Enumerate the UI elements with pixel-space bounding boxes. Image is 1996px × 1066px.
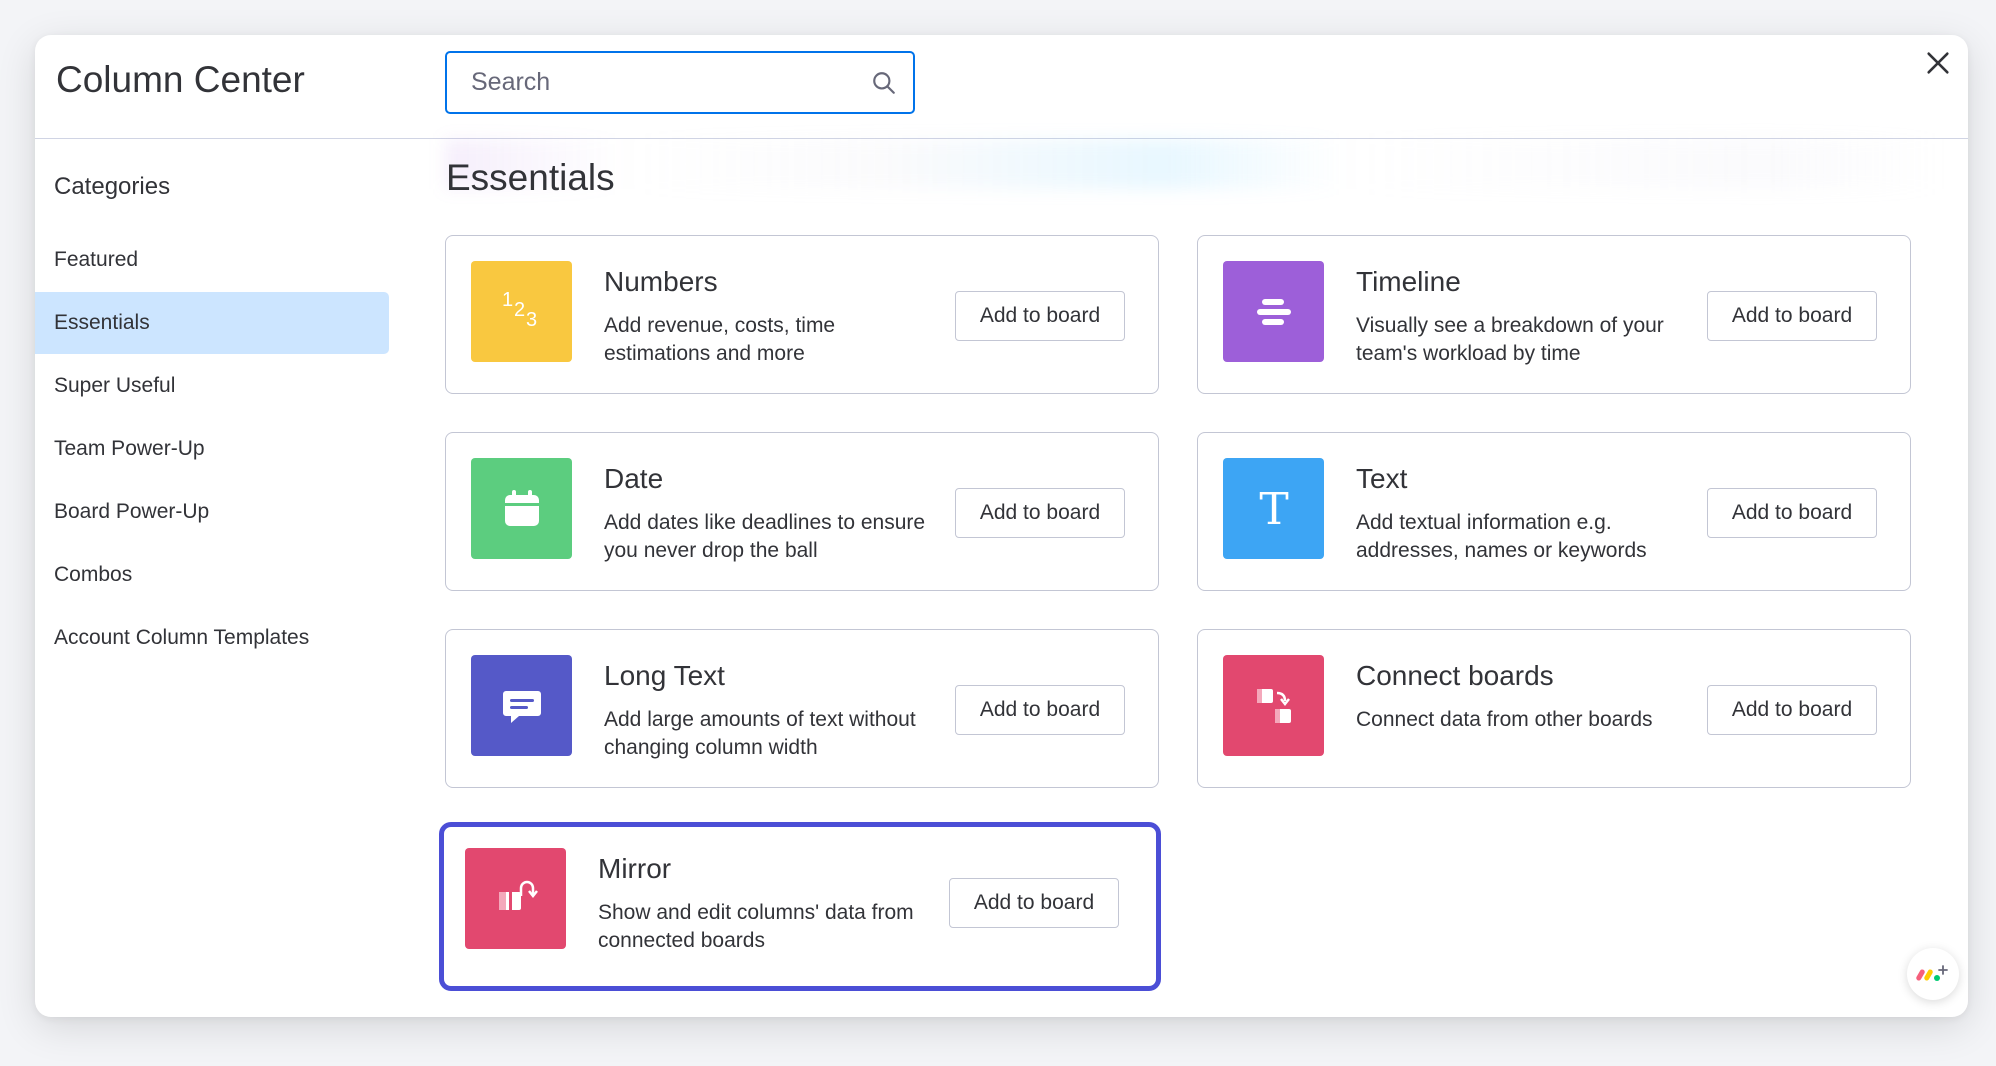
card-description: Add dates like deadlines to ensure you n… (604, 511, 926, 562)
column-card-numbers[interactable]: 1 2 3 Numbers Add revenue, costs, time e… (445, 235, 1159, 394)
modal-title: Column Center (56, 59, 305, 100)
speech-bubble-icon (471, 655, 572, 756)
search-icon[interactable] (871, 70, 897, 96)
mirror-icon (465, 848, 566, 949)
card-title: Date (604, 463, 664, 494)
column-center-modal: Column Center Categories Featured Essent… (35, 35, 1968, 1017)
svg-text:2: 2 (514, 299, 525, 321)
numbers-icon: 1 2 3 (471, 261, 572, 362)
add-to-board-button[interactable]: Add to board (955, 685, 1125, 735)
card-description: Show and edit columns' data from connect… (598, 901, 914, 952)
add-to-board-button[interactable]: Add to board (955, 488, 1125, 538)
column-card-timeline[interactable]: Timeline Visually see a breakdown of you… (1197, 235, 1911, 394)
categories-list: Featured Essentials Super Useful Team Po… (35, 229, 390, 670)
text-icon: T (1223, 458, 1324, 559)
monday-logo-icon (1916, 965, 1948, 981)
connect-boards-icon (1223, 655, 1324, 756)
sidebar-item-combos[interactable]: Combos (35, 544, 389, 606)
categories-heading: Categories (54, 173, 171, 200)
section-title: Essentials (446, 157, 615, 198)
column-card-date[interactable]: Date Add dates like deadlines to ensure … (445, 432, 1159, 591)
timeline-icon (1223, 261, 1324, 362)
add-to-board-button[interactable]: Add to board (1707, 488, 1877, 538)
sidebar-item-team-power-up[interactable]: Team Power-Up (35, 418, 389, 480)
column-card-connect-boards[interactable]: Connect boards Connect data from other b… (1197, 629, 1911, 788)
svg-text:3: 3 (526, 309, 537, 331)
add-to-board-button[interactable]: Add to board (1707, 291, 1877, 341)
column-card-text[interactable]: T Text Add textual information e.g. addr… (1197, 432, 1911, 591)
card-title: Text (1356, 463, 1408, 494)
search-box[interactable] (445, 51, 915, 114)
column-card-long-text[interactable]: Long Text Add large amounts of text with… (445, 629, 1159, 788)
modal-header: Column Center (35, 35, 1968, 139)
card-description: Add revenue, costs, time estimations and… (604, 314, 836, 365)
card-title: Timeline (1356, 266, 1461, 297)
sidebar-item-essentials[interactable]: Essentials (35, 292, 389, 354)
monday-assistant-button[interactable] (1907, 948, 1959, 1000)
svg-text:T: T (1259, 484, 1288, 534)
card-title: Long Text (604, 660, 725, 691)
card-description: Connect data from other boards (1356, 708, 1653, 731)
column-list-area[interactable]: Essentials 1 2 3 Numbers Add revenue, co… (439, 139, 1968, 1017)
add-to-board-button[interactable]: Add to board (1707, 685, 1877, 735)
svg-text:1: 1 (502, 289, 513, 311)
sidebar-item-super-useful[interactable]: Super Useful (35, 355, 389, 417)
card-description: Add textual information e.g. addresses, … (1356, 511, 1647, 562)
sidebar-item-board-power-up[interactable]: Board Power-Up (35, 481, 389, 543)
add-to-board-button[interactable]: Add to board (955, 291, 1125, 341)
card-description: Visually see a breakdown of your team's … (1356, 314, 1664, 365)
calendar-icon (471, 458, 572, 559)
card-title: Mirror (598, 853, 672, 884)
sidebar-item-account-column-templates[interactable]: Account Column Templates (35, 607, 389, 669)
column-card-mirror[interactable]: Mirror Show and edit columns' data from … (439, 822, 1161, 991)
card-description: Add large amounts of text without changi… (604, 708, 916, 759)
add-to-board-button[interactable]: Add to board (949, 878, 1119, 928)
scrolled-content-fade (445, 139, 1945, 189)
card-title: Numbers (604, 266, 718, 297)
sidebar-item-featured[interactable]: Featured (35, 229, 389, 291)
close-icon[interactable] (1924, 49, 1952, 77)
card-title: Connect boards (1356, 660, 1554, 691)
search-input[interactable] (447, 53, 913, 112)
